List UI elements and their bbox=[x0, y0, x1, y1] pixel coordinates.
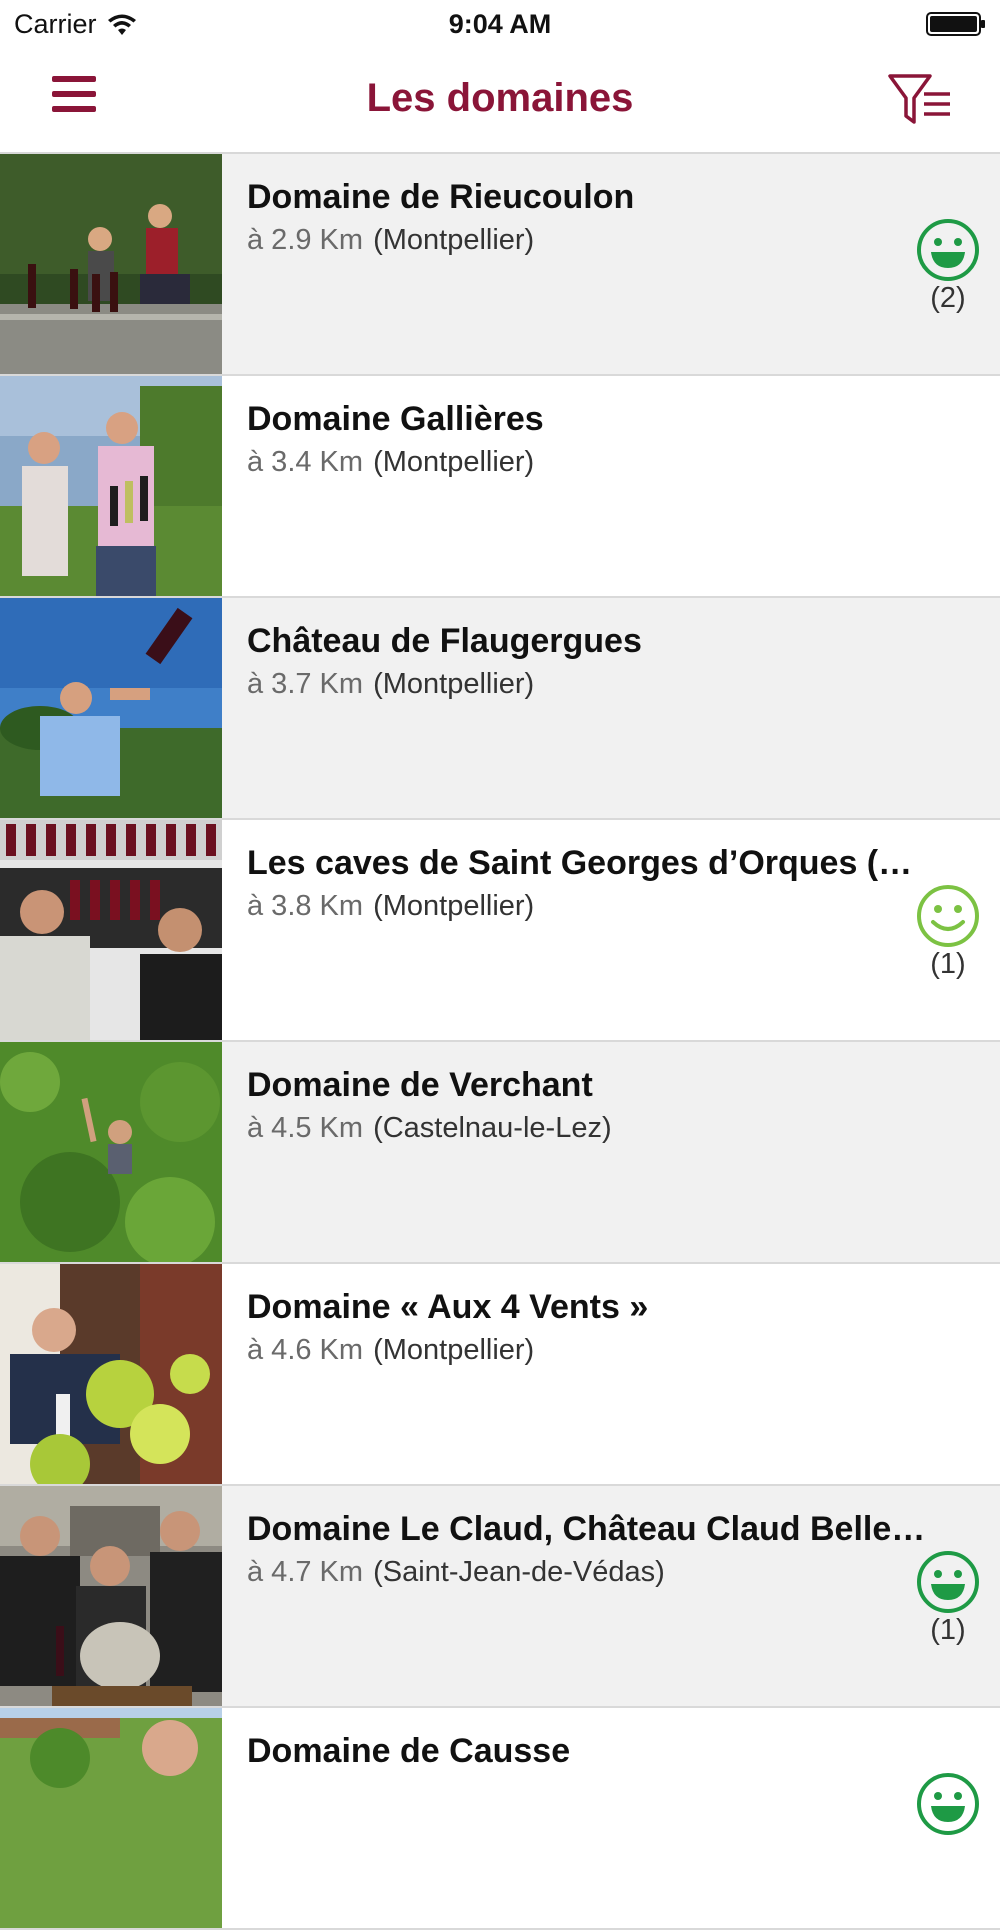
list-item[interactable]: Domaine Gallières à 3.4 Km (Montpellier) bbox=[0, 376, 1000, 598]
domaines-list: Domaine de Rieucoulon à 2.9 Km (Montpelli… bbox=[0, 154, 1000, 1930]
rating-badge: (2) bbox=[916, 218, 980, 315]
domaine-name: Domaine de Verchant bbox=[247, 1066, 593, 1104]
rating-badge: (1) bbox=[916, 1550, 980, 1647]
list-item[interactable]: Château de Flaugergues à 3.7 Km (Montpell… bbox=[0, 598, 1000, 820]
status-time: 9:04 AM bbox=[448, 9, 552, 39]
list-item[interactable]: Domaine Le Claud, Château Claud Belle… à… bbox=[0, 1486, 1000, 1708]
rating-count: (2) bbox=[930, 282, 966, 314]
domaine-photo bbox=[0, 820, 222, 1040]
domaine-city: (Montpellier) bbox=[373, 668, 535, 700]
domaine-name: Les caves de Saint Georges d’Orques (… bbox=[247, 844, 913, 882]
domaine-location: à 3.4 Km (Montpellier) bbox=[247, 442, 890, 482]
domaine-name: Domaine de Causse bbox=[247, 1732, 571, 1770]
domaine-distance: à 2.9 Km bbox=[247, 224, 364, 256]
domaine-distance: à 3.7 Km bbox=[247, 668, 364, 700]
grin-face-icon bbox=[917, 1773, 979, 1835]
domaine-photo bbox=[0, 1708, 222, 1928]
domaine-name: Domaine de Rieucoulon bbox=[247, 178, 635, 216]
rating-badge: (1) bbox=[916, 884, 980, 981]
list-item[interactable]: Domaine « Aux 4 Vents » à 4.6 Km (Montpel… bbox=[0, 1264, 1000, 1486]
domaine-city: (Castelnau-le-Lez) bbox=[373, 1112, 612, 1144]
domaine-city: (Montpellier) bbox=[373, 446, 535, 478]
domaine-distance: à 4.5 Km bbox=[247, 1112, 364, 1144]
domaine-location: à 3.7 Km (Montpellier) bbox=[247, 664, 890, 704]
domaine-city: (Montpellier) bbox=[373, 1334, 535, 1366]
list-item[interactable]: Les caves de Saint Georges d’Orques (… à… bbox=[0, 820, 1000, 1042]
domaine-city: (Montpellier) bbox=[373, 224, 535, 256]
domaine-location: à 4.6 Km (Montpellier) bbox=[247, 1330, 890, 1370]
domaine-city: (Saint-Jean-de-Védas) bbox=[373, 1556, 665, 1588]
domaine-distance: à 4.7 Km bbox=[247, 1556, 364, 1588]
domaine-location: à 3.8 Km (Montpellier) bbox=[247, 886, 912, 926]
battery-icon bbox=[926, 12, 985, 36]
domaine-location bbox=[247, 1774, 890, 1814]
list-item[interactable]: Domaine de Rieucoulon à 2.9 Km (Montpelli… bbox=[0, 154, 1000, 376]
rating-badge bbox=[916, 1772, 980, 1836]
domaine-city: (Montpellier) bbox=[373, 890, 535, 922]
domaine-photo bbox=[0, 376, 222, 596]
navigation-bar: Les domaines bbox=[0, 50, 1000, 154]
domaine-photo bbox=[0, 598, 222, 818]
page-title: Les domaines bbox=[366, 76, 634, 120]
domaine-photo bbox=[0, 154, 222, 374]
domaine-name: Domaine Gallières bbox=[247, 400, 544, 438]
domaine-location: à 4.5 Km (Castelnau-le-Lez) bbox=[247, 1108, 890, 1148]
status-bar: Carrier 9:04 AM bbox=[0, 0, 1000, 50]
grin-face-icon bbox=[917, 219, 979, 281]
list-item[interactable]: Domaine de Causse bbox=[0, 1708, 1000, 1930]
domaine-location: à 4.7 Km (Saint-Jean-de-Védas) bbox=[247, 1552, 925, 1592]
rating-count: (1) bbox=[930, 1614, 966, 1646]
domaine-distance: à 4.6 Km bbox=[247, 1334, 364, 1366]
domaine-name: Domaine Le Claud, Château Claud Belle… bbox=[247, 1510, 926, 1548]
domaine-photo bbox=[0, 1042, 222, 1262]
domaine-location: à 2.9 Km (Montpellier) bbox=[247, 220, 890, 260]
filter-list-icon bbox=[888, 74, 950, 124]
domaine-distance: à 3.4 Km bbox=[247, 446, 364, 478]
domaine-distance: à 3.8 Km bbox=[247, 890, 364, 922]
domaine-name: Domaine « Aux 4 Vents » bbox=[247, 1288, 649, 1326]
filter-button[interactable] bbox=[886, 70, 956, 130]
list-item[interactable]: Domaine de Verchant à 4.5 Km (Castelnau-l… bbox=[0, 1042, 1000, 1264]
domaine-photo bbox=[0, 1264, 222, 1484]
grin-face-icon bbox=[917, 1551, 979, 1613]
domaine-photo bbox=[0, 1486, 222, 1706]
smile-face-icon bbox=[917, 885, 979, 947]
rating-count: (1) bbox=[930, 948, 966, 980]
domaine-name: Château de Flaugergues bbox=[247, 622, 642, 660]
